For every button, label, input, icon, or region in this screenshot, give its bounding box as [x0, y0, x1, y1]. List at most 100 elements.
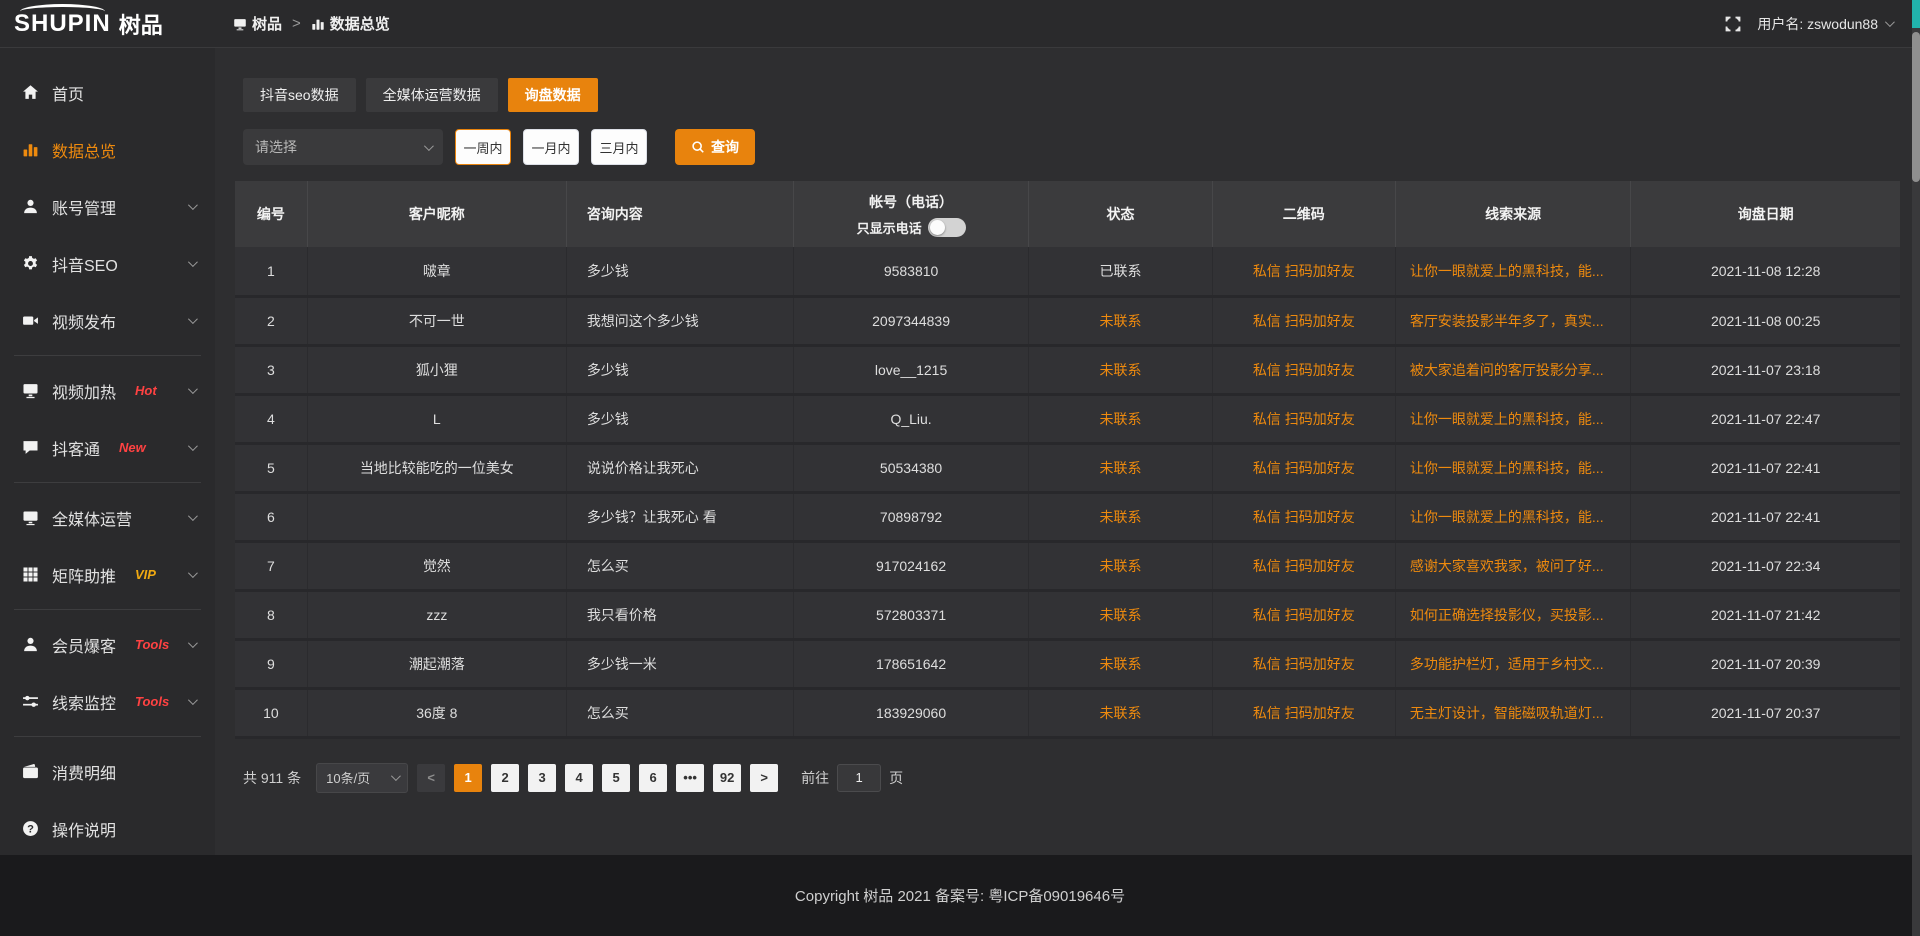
cell-source[interactable]: 多功能护栏灯，适用于乡村文...	[1395, 639, 1630, 688]
sidebar-item-首页[interactable]: 首页	[0, 64, 215, 121]
fullscreen-icon[interactable]	[1725, 16, 1741, 32]
cell-status: 未联系	[1029, 345, 1212, 394]
breadcrumb-item-current[interactable]: 数据总览	[311, 13, 390, 34]
table-row: 1036度 8怎么买183929060未联系私信 扫码加好友无主灯设计，智能磁吸…	[235, 688, 1900, 737]
table-header-row: 编号 客户昵称 咨询内容 帐号（电话） 只显示电话 状态 二维码	[235, 181, 1900, 247]
sidebar-item-线索监控[interactable]: 线索监控Tools	[0, 673, 215, 730]
cell-account: 50534380	[793, 443, 1028, 492]
range-button-quarter[interactable]: 三月内	[591, 129, 647, 165]
breadcrumb-item-home[interactable]: 树品	[233, 13, 282, 34]
breadcrumb: 树品 > 数据总览	[233, 13, 390, 34]
qrcode-link[interactable]: 私信 扫码加好友	[1253, 362, 1355, 378]
goto-page-input[interactable]	[837, 764, 881, 792]
col-header-source: 线索来源	[1395, 181, 1630, 247]
table-row: 7觉然怎么买917024162未联系私信 扫码加好友感谢大家喜欢我家，被问了好.…	[235, 541, 1900, 590]
cell-id: 5	[235, 443, 307, 492]
cell-id: 6	[235, 492, 307, 541]
cell-content: 我想问这个多少钱	[566, 296, 793, 345]
page-button-5[interactable]: 5	[602, 764, 630, 792]
tab-inquiry-data[interactable]: 询盘数据	[508, 78, 598, 112]
cell-source[interactable]: 让你一眼就爱上的黑科技，能...	[1395, 492, 1630, 541]
qrcode-link[interactable]: 私信 扫码加好友	[1253, 558, 1355, 574]
sidebar-item-数据总览[interactable]: 数据总览	[0, 121, 215, 178]
sidebar-item-账号管理[interactable]: 账号管理	[0, 178, 215, 235]
page-button-1[interactable]: 1	[454, 764, 482, 792]
sidebar-item-操作说明[interactable]: ?操作说明	[0, 800, 215, 857]
sidebar-item-视频发布[interactable]: 视频发布	[0, 292, 215, 349]
qrcode-link[interactable]: 私信 扫码加好友	[1253, 705, 1355, 721]
page-scrollbar[interactable]	[1912, 0, 1920, 936]
cell-source[interactable]: 感谢大家喜欢我家，被问了好...	[1395, 541, 1630, 590]
cell-date: 2021-11-07 22:41	[1631, 492, 1900, 541]
cell-source[interactable]: 被大家追着问的客厅投影分享...	[1395, 345, 1630, 394]
page-button-2[interactable]: 2	[491, 764, 519, 792]
cell-source[interactable]: 无主灯设计，智能磁吸轨道灯...	[1395, 688, 1630, 737]
search-button[interactable]: 查询	[675, 129, 755, 165]
cell-id: 1	[235, 247, 307, 296]
cell-id: 9	[235, 639, 307, 688]
cell-id: 10	[235, 688, 307, 737]
qrcode-link[interactable]: 私信 扫码加好友	[1253, 656, 1355, 672]
cell-status: 未联系	[1029, 492, 1212, 541]
cell-nickname: 36度 8	[307, 688, 566, 737]
sidebar-item-消费明细[interactable]: 消费明细	[0, 743, 215, 800]
cell-status: 已联系	[1029, 247, 1212, 296]
cell-source[interactable]: 客厅安装投影半年多了，真实...	[1395, 296, 1630, 345]
cell-id: 8	[235, 590, 307, 639]
tab-media-operation-data[interactable]: 全媒体运营数据	[366, 78, 498, 112]
sidebar-item-抖音SEO[interactable]: 抖音SEO	[0, 235, 215, 292]
page-size-select[interactable]: 10条/页	[316, 763, 408, 793]
cell-source[interactable]: 让你一眼就爱上的黑科技，能...	[1395, 247, 1630, 296]
sidebar-item-视频加热[interactable]: 视频加热Hot	[0, 362, 215, 419]
prev-page-button[interactable]: <	[417, 764, 445, 792]
tab-douyin-seo-data[interactable]: 抖音seo数据	[243, 78, 356, 112]
sidebar-badge: Tools	[135, 694, 169, 709]
phone-only-toggle[interactable]	[928, 218, 966, 237]
qrcode-link[interactable]: 私信 扫码加好友	[1253, 509, 1355, 525]
user-menu[interactable]: 用户名: zswodun88	[1757, 14, 1892, 34]
page-button-4[interactable]: 4	[565, 764, 593, 792]
chevron-down-icon	[188, 200, 198, 210]
table-row: 5当地比较能吃的一位美女说说价格让我死心50534380未联系私信 扫码加好友让…	[235, 443, 1900, 492]
range-button-month[interactable]: 一月内	[523, 129, 579, 165]
cell-qrcode: 私信 扫码加好友	[1212, 247, 1395, 296]
qrcode-link[interactable]: 私信 扫码加好友	[1253, 607, 1355, 623]
video-icon	[22, 312, 39, 329]
scrollbar-thumb[interactable]	[1912, 32, 1920, 182]
cell-nickname: 潮起潮落	[307, 639, 566, 688]
cell-source[interactable]: 如何正确选择投影仪，买投影...	[1395, 590, 1630, 639]
sidebar-item-抖客通[interactable]: 抖客通New	[0, 419, 215, 476]
sidebar-item-全媒体运营[interactable]: 全媒体运营	[0, 489, 215, 546]
chevron-down-icon	[188, 511, 198, 521]
table-row: 8zzz我只看价格572803371未联系私信 扫码加好友如何正确选择投影仪，买…	[235, 590, 1900, 639]
sidebar-item-label: 数据总览	[52, 138, 116, 162]
account-select[interactable]: 请选择	[243, 129, 443, 165]
chevron-down-icon	[188, 568, 198, 578]
logo-text-cn: 树品	[119, 8, 163, 40]
status-badge: 未联系	[1099, 460, 1141, 476]
next-page-button[interactable]: >	[750, 764, 778, 792]
page-button-92[interactable]: 92	[713, 764, 741, 792]
cell-source[interactable]: 让你一眼就爱上的黑科技，能...	[1395, 443, 1630, 492]
qrcode-link[interactable]: 私信 扫码加好友	[1253, 460, 1355, 476]
page-button-3[interactable]: 3	[528, 764, 556, 792]
qrcode-link[interactable]: 私信 扫码加好友	[1253, 313, 1355, 329]
sidebar-item-矩阵助推[interactable]: 矩阵助推VIP	[0, 546, 215, 603]
sidebar-item-label: 账号管理	[52, 195, 116, 219]
app-logo: SHUPIN 树品	[0, 8, 215, 40]
cell-qrcode: 私信 扫码加好友	[1212, 541, 1395, 590]
chevron-down-icon	[424, 141, 434, 151]
page-button-6[interactable]: 6	[639, 764, 667, 792]
table-row: 6多少钱？让我死心 看70898792未联系私信 扫码加好友让你一眼就爱上的黑科…	[235, 492, 1900, 541]
cell-qrcode: 私信 扫码加好友	[1212, 345, 1395, 394]
cell-nickname	[307, 492, 566, 541]
qrcode-link[interactable]: 私信 扫码加好友	[1253, 411, 1355, 427]
sidebar-badge: VIP	[135, 567, 156, 582]
page-ellipsis-button[interactable]: •••	[676, 764, 704, 792]
sidebar-item-会员爆客[interactable]: 会员爆客Tools	[0, 616, 215, 673]
range-button-week[interactable]: 一周内	[455, 129, 511, 165]
cell-id: 2	[235, 296, 307, 345]
qrcode-link[interactable]: 私信 扫码加好友	[1253, 263, 1355, 279]
sliders-icon	[22, 693, 39, 710]
cell-source[interactable]: 让你一眼就爱上的黑科技，能...	[1395, 394, 1630, 443]
